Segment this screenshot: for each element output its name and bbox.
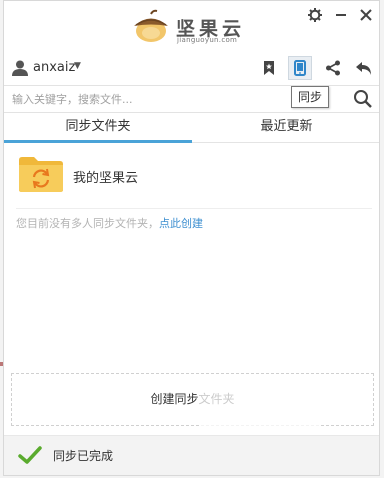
username[interactable]: anxaiz	[33, 60, 75, 75]
minimize-icon	[336, 14, 346, 16]
bookmark-icon	[264, 61, 274, 75]
back-button[interactable]	[352, 56, 376, 80]
app-logo: 坚果云 jianguoyun.com	[129, 9, 259, 45]
close-button[interactable]	[356, 5, 376, 25]
sync-view-button[interactable]	[288, 56, 312, 80]
divider	[16, 208, 372, 209]
list-item[interactable]: 我的坚果云	[4, 151, 379, 201]
search-icon[interactable]	[353, 89, 373, 109]
create-shared-link[interactable]: 点此创建	[159, 217, 203, 230]
share-icon	[326, 60, 340, 76]
logo-subtext: jianguoyun.com	[177, 36, 238, 44]
bookmark-button[interactable]	[257, 56, 281, 80]
tab-recent-updates[interactable]: 最近更新	[192, 112, 379, 143]
acorn-logo-icon	[134, 9, 168, 42]
sync-tooltip: 同步	[291, 86, 330, 108]
app-window: 坚果云 jianguoyun.com anxaiz ▼ 输入关键字，搜索文件..…	[3, 0, 380, 476]
sync-folder-icon	[19, 157, 63, 192]
gear-icon	[308, 8, 322, 22]
close-icon	[360, 9, 372, 21]
share-button[interactable]	[321, 56, 345, 80]
undo-icon	[356, 62, 371, 75]
tab-sync-folders[interactable]: 同步文件夹	[4, 112, 192, 143]
user-icon	[12, 60, 28, 76]
tablet-sync-icon	[294, 60, 306, 76]
empty-hint: 您目前没有多人同步文件夹，点此创建	[16, 215, 203, 231]
settings-button[interactable]	[305, 5, 325, 25]
status-text: 同步已完成	[53, 449, 114, 463]
search-input[interactable]	[10, 88, 284, 110]
hint-text: 您目前没有多人同步文件夹，	[16, 217, 159, 230]
folder-label: 我的坚果云	[73, 171, 139, 186]
checkmark-icon	[18, 446, 42, 464]
chevron-down-icon[interactable]: ▼	[74, 61, 81, 71]
create-sync-folder-button[interactable]: 创建同步文件夹	[11, 373, 374, 426]
status-bar: 同步已完成	[4, 435, 379, 475]
tab-bar: 同步文件夹 最近更新	[4, 112, 379, 143]
minimize-button[interactable]	[331, 5, 351, 25]
user-row: anxaiz ▼	[4, 51, 379, 85]
